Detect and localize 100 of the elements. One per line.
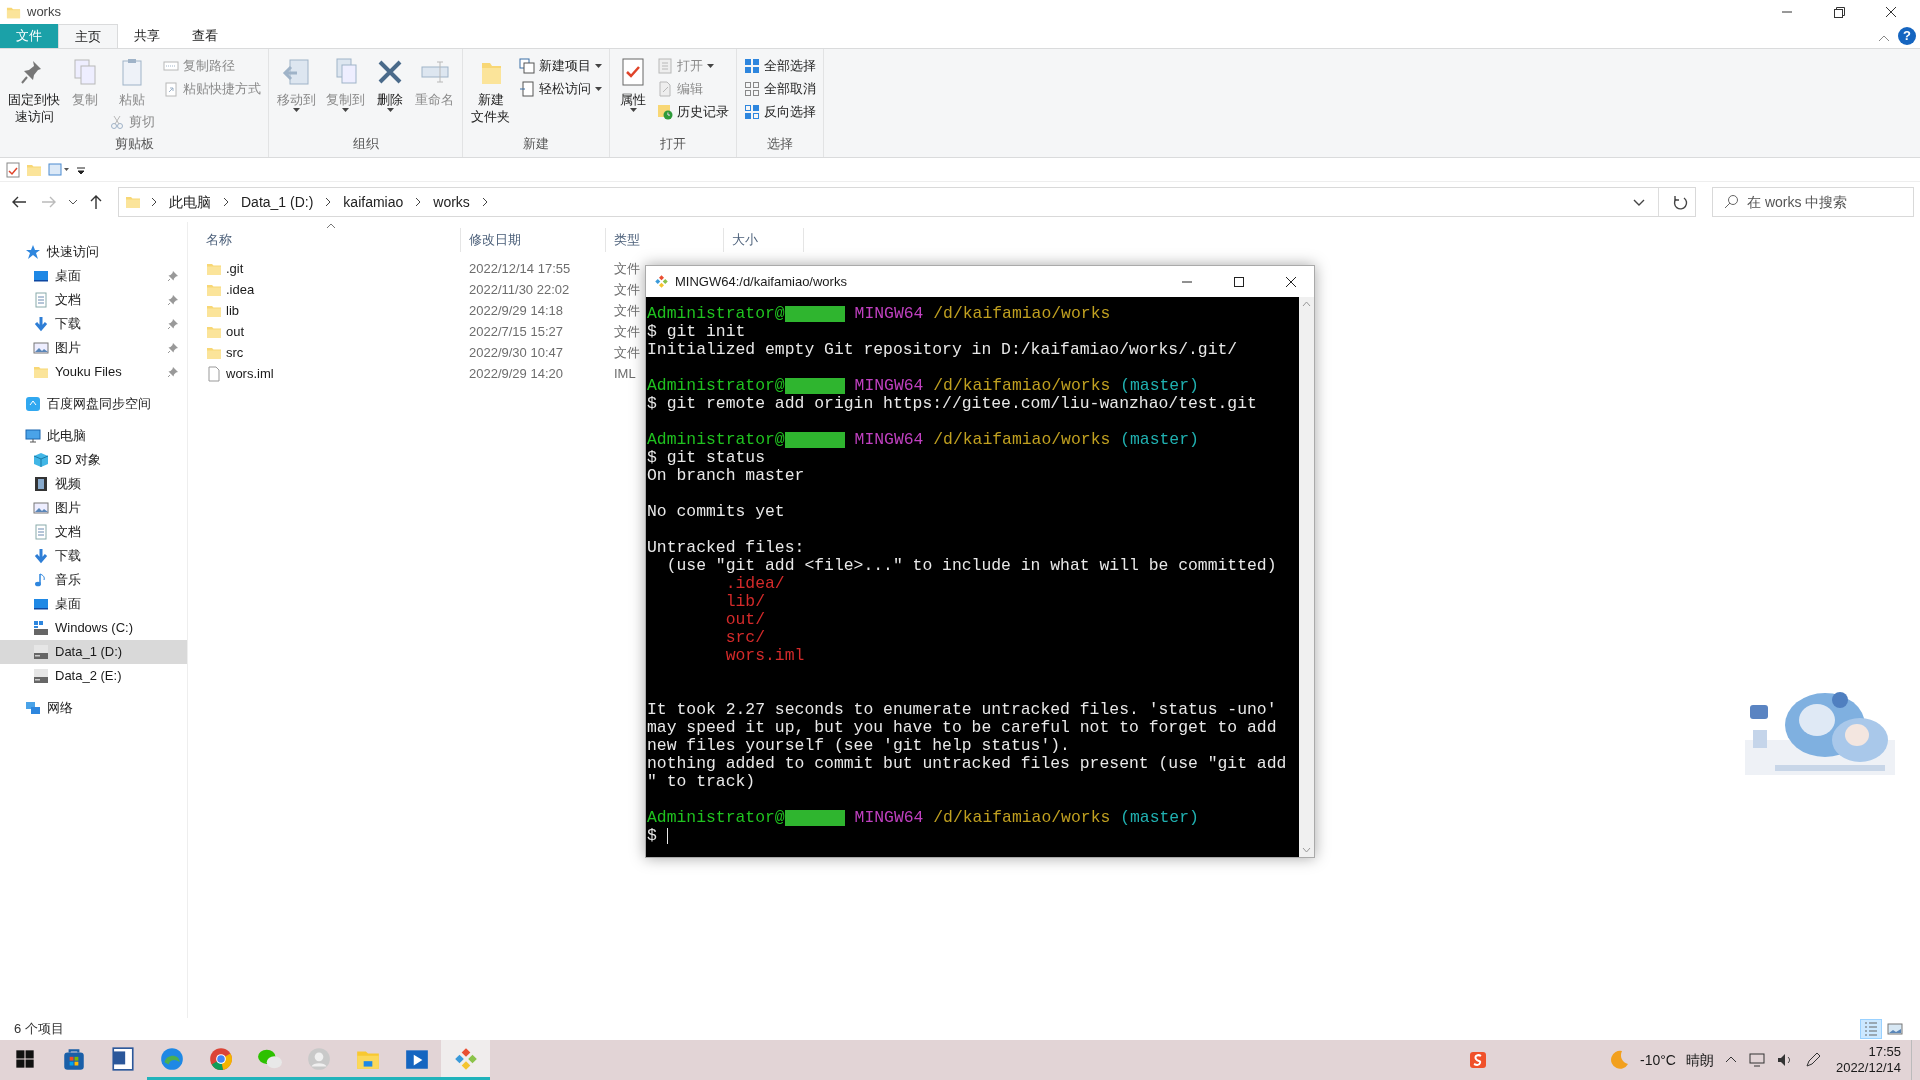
- file-name[interactable]: .git: [226, 258, 244, 279]
- search-box[interactable]: 在 works 中搜索: [1712, 187, 1914, 217]
- scissors-icon: [109, 114, 125, 130]
- ribbon-button[interactable]: 全部取消: [741, 78, 819, 100]
- terminal-line: new files yourself (see 'git help status').: [647, 737, 1071, 755]
- sidebar-item[interactable]: Windows (C:): [0, 616, 187, 640]
- group-label: 组织: [351, 134, 380, 153]
- ribbon-tab[interactable]: 主页: [58, 24, 118, 48]
- terminal-line: Administrator@ MINGW64 /d/kaifamiao/works: [647, 305, 1112, 323]
- scroll-down-icon[interactable]: [1302, 847, 1311, 853]
- column-header[interactable]: 修改日期: [461, 228, 606, 252]
- shortcut-icon: [163, 81, 179, 97]
- caret-icon: [342, 108, 349, 113]
- sidebar-item[interactable]: 文档: [0, 520, 187, 544]
- sidebar-item[interactable]: 此电脑: [0, 424, 187, 448]
- terminal-line: " to track): [647, 773, 757, 791]
- computer-icon: [25, 428, 41, 444]
- terminal-line: wors.iml: [724, 647, 806, 665]
- scrollbar[interactable]: [1299, 297, 1314, 857]
- sidebar-item[interactable]: 下载: [0, 544, 187, 568]
- help-button[interactable]: ?: [1898, 27, 1916, 45]
- drive-icon: [33, 644, 49, 660]
- select-none-icon: [744, 81, 760, 97]
- date-cell-text: 2022/9/30 10:47: [468, 343, 564, 362]
- column-header[interactable]: 类型: [606, 228, 724, 252]
- sidebar-item[interactable]: 图片: [0, 336, 187, 360]
- search-field[interactable]: 在 works 中搜索: [1747, 191, 1903, 213]
- properties-icon[interactable]: [6, 161, 20, 178]
- folder-icon: [125, 194, 141, 210]
- file-name[interactable]: .idea: [226, 279, 255, 300]
- ribbon-button[interactable]: 历史记录: [654, 101, 732, 123]
- column-header[interactable]: 名称: [196, 228, 461, 252]
- item-count: 6 个项目: [14, 1020, 64, 1039]
- invert-selection-icon: [744, 104, 760, 120]
- network-icon[interactable]: [1747, 1051, 1766, 1069]
- ribbon-button[interactable]: 新建项目: [516, 55, 605, 77]
- caret-icon: [595, 63, 602, 69]
- file-name[interactable]: out: [226, 321, 245, 342]
- scroll-up-icon[interactable]: [1302, 301, 1311, 307]
- sidebar-item[interactable]: 桌面: [0, 592, 187, 616]
- ribbon-button[interactable]: 全部选择: [741, 55, 819, 77]
- ribbon-button[interactable]: 反向选择: [741, 101, 819, 123]
- ribbon-button[interactable]: 属性: [614, 55, 652, 115]
- sidebar-item[interactable]: 文档: [0, 288, 187, 312]
- pin-icon[interactable]: [167, 294, 179, 306]
- pin-icon[interactable]: [167, 318, 179, 330]
- sidebar-item[interactable]: 网络: [0, 696, 187, 720]
- address-bar[interactable]: 此电脑 Data_1 (D:) kaifamiao works: [118, 187, 1696, 217]
- sidebar-item[interactable]: 桌面: [0, 264, 187, 288]
- temperature[interactable]: -10°C: [1639, 1049, 1676, 1071]
- folder-icon: [33, 364, 49, 380]
- sidebar-item[interactable]: Data_2 (E:): [0, 664, 187, 688]
- file-name[interactable]: src: [226, 342, 244, 363]
- details-view-button[interactable]: [1860, 1019, 1882, 1039]
- pin-icon[interactable]: [167, 342, 179, 354]
- ribbon-button[interactable]: 删除: [371, 55, 409, 115]
- ribbon-button[interactable]: 固定到快 速访问: [4, 55, 64, 127]
- sidebar-item[interactable]: 音乐: [0, 568, 187, 592]
- sidebar-item[interactable]: Data_1 (D:): [0, 640, 187, 664]
- film-icon: [33, 476, 49, 492]
- clock[interactable]: 17:55 2022/12/14: [1831, 1044, 1901, 1076]
- terminal-line: lib/: [724, 593, 767, 611]
- ribbon-button[interactable]: 轻松访问: [516, 78, 605, 100]
- picture-icon: [33, 340, 49, 356]
- breadcrumb[interactable]: 此电脑: [167, 191, 213, 213]
- column-header[interactable]: 大小: [724, 228, 804, 252]
- sidebar-item[interactable]: 下载: [0, 312, 187, 336]
- weather-condition[interactable]: 晴朗: [1685, 1049, 1714, 1071]
- chevron-icon: [480, 197, 489, 207]
- input-method-icon[interactable]: [1467, 1050, 1488, 1070]
- file-name[interactable]: lib: [226, 300, 239, 321]
- sidebar-item[interactable]: 视频: [0, 472, 187, 496]
- chevron-icon: [324, 197, 333, 207]
- breadcrumb[interactable]: works: [431, 191, 472, 213]
- file-name[interactable]: wors.iml: [226, 363, 274, 384]
- type-cell: 文件: [614, 260, 640, 276]
- terminal-line: Untracked files:: [647, 539, 806, 557]
- pin-icon[interactable]: [167, 270, 179, 282]
- sidebar-item[interactable]: 3D 对象: [0, 448, 187, 472]
- breadcrumb[interactable]: Data_1 (D:): [239, 191, 316, 213]
- view-dropdown-icon[interactable]: [48, 161, 70, 178]
- type-cell: 文件: [614, 323, 640, 339]
- file-icon: [206, 365, 222, 382]
- breadcrumb[interactable]: kaifamiao: [341, 191, 406, 213]
- date-cell-text: 2022/9/29 14:18: [468, 301, 564, 320]
- document-icon: [519, 81, 535, 97]
- sidebar-item[interactable]: 快速访问: [0, 240, 187, 264]
- caret-icon: [595, 86, 602, 92]
- ribbon-tab[interactable]: 查看: [176, 24, 234, 48]
- browser-ring-icon: [207, 1045, 234, 1072]
- sidebar-item[interactable]: 百度网盘同步空间: [0, 392, 187, 416]
- ribbon-button[interactable]: 新建 文件夹: [467, 55, 514, 127]
- download-icon: [33, 548, 49, 564]
- pin-icon[interactable]: [167, 366, 179, 378]
- type-cell: 文件: [614, 281, 640, 297]
- sidebar-item[interactable]: 图片: [0, 496, 187, 520]
- new-item-icon: [519, 58, 535, 74]
- sidebar-item[interactable]: Youku Files: [0, 360, 187, 384]
- pen-icon[interactable]: [1803, 1051, 1822, 1069]
- ribbon-tab[interactable]: 共享: [118, 24, 176, 48]
